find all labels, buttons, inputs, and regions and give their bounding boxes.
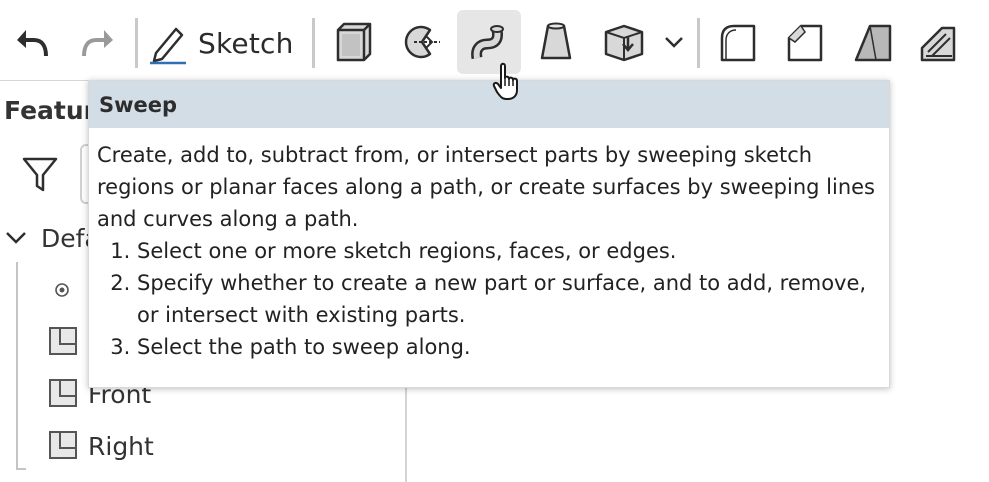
loft-icon	[540, 22, 572, 60]
extrude-button[interactable]	[322, 10, 386, 74]
tooltip-header: Sweep	[89, 81, 889, 128]
chamfer-icon	[787, 24, 823, 62]
tooltip-body: Create, add to, subtract from, or inters…	[89, 128, 889, 363]
toolbar-separator	[135, 18, 138, 68]
toolbar-separator	[312, 18, 315, 68]
rib-button[interactable]	[908, 10, 972, 74]
plane-icon[interactable]	[48, 378, 78, 408]
tooltip-title: Sweep	[99, 92, 178, 117]
sweep-icon	[471, 25, 504, 60]
thicken-button[interactable]	[592, 10, 656, 74]
origin-icon[interactable]	[54, 282, 70, 298]
rib-icon	[920, 26, 956, 62]
chevron-down-icon[interactable]	[4, 228, 28, 248]
chamfer-button[interactable]	[773, 10, 837, 74]
filter-icon[interactable]	[22, 156, 58, 194]
redo-button[interactable]	[66, 10, 130, 74]
tooltip-step: Select the path to sweep along.	[137, 331, 879, 363]
revolve-icon	[404, 25, 440, 59]
revolve-button[interactable]	[390, 10, 454, 74]
undo-button[interactable]	[0, 10, 64, 74]
loft-button[interactable]	[524, 10, 588, 74]
tooltip-step: Select one or more sketch regions, faces…	[137, 235, 879, 267]
hand-cursor-icon	[492, 62, 518, 100]
more-tools-button[interactable]	[656, 10, 692, 74]
tooltip-step: Specify whether to create a new part or …	[137, 267, 879, 331]
tooltip-description: Create, add to, subtract from, or inters…	[97, 143, 875, 231]
pencil-icon	[150, 27, 186, 65]
plane-icon[interactable]	[48, 430, 78, 460]
sweep-tooltip: Sweep Create, add to, subtract from, or …	[88, 80, 890, 388]
tree-item-right[interactable]: Right	[88, 432, 154, 461]
sketch-label: Sketch	[198, 26, 294, 60]
fillet-icon	[720, 24, 756, 62]
toolbar-separator	[697, 18, 700, 68]
fillet-button[interactable]	[706, 10, 770, 74]
tooltip-steps: Select one or more sketch regions, faces…	[97, 235, 879, 363]
draft-button[interactable]	[842, 10, 906, 74]
chevron-down-icon	[665, 37, 683, 48]
draft-icon	[854, 24, 892, 62]
extrude-cube-icon	[336, 22, 372, 62]
sketch-button[interactable]: Sketch	[148, 12, 298, 74]
thicken-icon	[604, 24, 644, 62]
undo-arrow-icon	[17, 30, 48, 57]
tree-guide-line-end	[16, 468, 26, 470]
plane-icon[interactable]	[48, 326, 78, 356]
redo-arrow-icon	[82, 30, 113, 57]
tree-guide-line	[16, 262, 18, 470]
